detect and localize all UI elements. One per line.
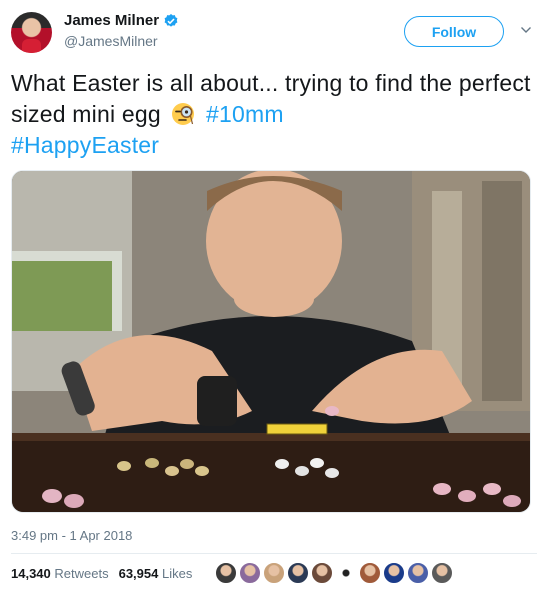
retweets-stat[interactable]: 14,340 Retweets: [11, 566, 109, 581]
avatar[interactable]: [11, 12, 52, 53]
display-name[interactable]: James Milner: [64, 12, 159, 29]
handle[interactable]: @JamesMilner: [64, 33, 179, 49]
tweet-timestamp[interactable]: 3:49 pm - 1 Apr 2018: [11, 528, 132, 543]
name-row: James Milner: [64, 12, 179, 29]
tweet-photo[interactable]: [11, 170, 531, 513]
likes-count: 63,954: [118, 566, 159, 581]
liker-avatar[interactable]: [311, 562, 333, 584]
liker-avatar[interactable]: [215, 562, 237, 584]
liker-avatar[interactable]: [383, 562, 405, 584]
liker-avatar[interactable]: [431, 562, 453, 584]
engagement-stats: 14,340 Retweets 63,954 Likes: [11, 566, 192, 581]
liker-avatar[interactable]: [287, 562, 309, 584]
liked-by-avatars: [215, 562, 453, 584]
author-block: James Milner @JamesMilner: [64, 12, 179, 49]
liker-avatar[interactable]: [263, 562, 285, 584]
likes-stat[interactable]: 63,954 Likes: [119, 566, 193, 581]
tweet-text: What Easter is all about... trying to fi…: [11, 68, 531, 161]
liker-avatar[interactable]: [239, 562, 261, 584]
tweet-header: James Milner @JamesMilner Follow: [0, 0, 548, 62]
hashtag-10mm[interactable]: #10mm: [206, 101, 284, 127]
hashtag-happyeaster[interactable]: #HappyEaster: [11, 132, 159, 158]
retweets-label: Retweets: [54, 566, 109, 581]
photo-illustration: [12, 171, 530, 512]
face-with-monocle-icon: [172, 103, 195, 125]
verified-badge-icon: [164, 13, 178, 27]
divider: [11, 553, 537, 554]
liker-avatar[interactable]: [335, 562, 357, 584]
likes-label: Likes: [161, 566, 193, 581]
follow-button[interactable]: Follow: [404, 16, 504, 47]
liker-avatar[interactable]: [407, 562, 429, 584]
liker-avatar[interactable]: [359, 562, 381, 584]
chevron-down-icon[interactable]: [520, 24, 532, 36]
retweets-count: 14,340: [11, 566, 51, 581]
